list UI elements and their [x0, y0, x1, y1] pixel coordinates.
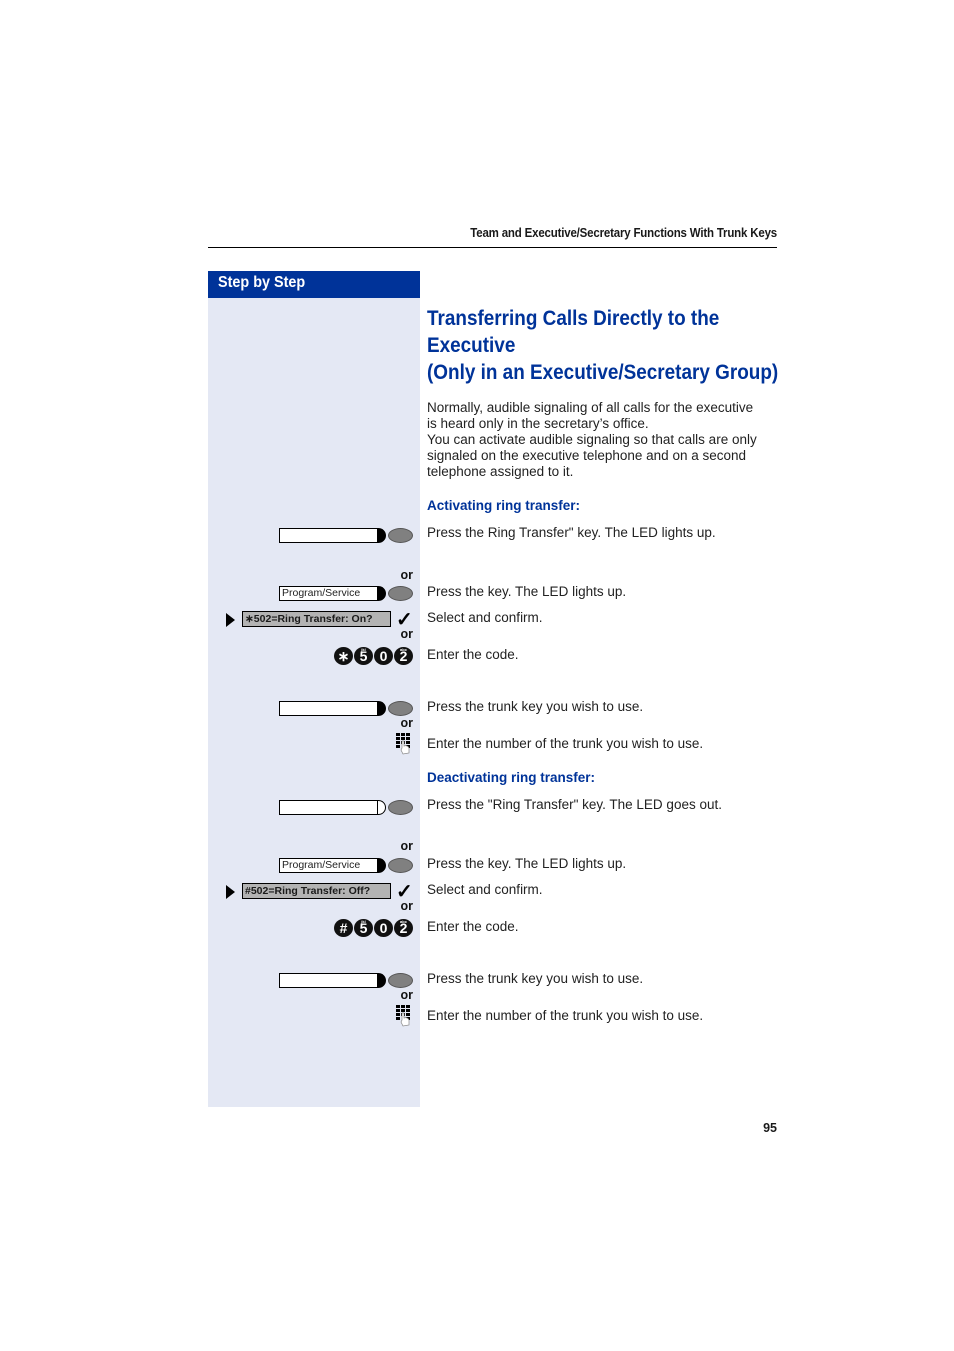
title-line: (Only in an Executive/Secretary Group) [427, 360, 779, 384]
or-label: or [400, 716, 414, 730]
or-label: or [400, 568, 414, 582]
intro-paragraph: Normally, audible signaling of all calls… [427, 400, 779, 480]
led-on-indicator [378, 586, 387, 601]
led-on-indicator [378, 973, 387, 988]
or-label: or [400, 899, 414, 913]
digit-5-key-icon: jkl 5 [354, 647, 373, 665]
intro-line: telephone assigned to it. [427, 464, 574, 479]
step-text: Enter the code. [427, 919, 519, 934]
intro-line: Normally, audible signaling of all calls… [427, 400, 754, 415]
step-text: Select and confirm. [427, 610, 543, 625]
led-on-indicator [378, 701, 387, 716]
program-service-key[interactable]: Program/Service [279, 858, 378, 873]
menu-arrow-icon [226, 885, 235, 899]
section-title: Transferring Calls Directly to the Execu… [427, 305, 779, 386]
trunk-key[interactable] [279, 701, 378, 716]
menu-arrow-icon [226, 613, 235, 627]
step-by-step-heading: Step by Step [208, 271, 420, 298]
step-by-step-label: Step by Step [218, 274, 306, 291]
key-button[interactable] [388, 701, 413, 716]
star-key-icon: ∗ [334, 647, 353, 665]
activating-heading: Activating ring transfer: [427, 498, 581, 513]
key-button[interactable] [388, 800, 413, 815]
step-text: Press the key. The LED lights up. [427, 856, 627, 871]
step-text: Press the key. The LED lights up. [427, 584, 627, 599]
deactivating-heading: Deactivating ring transfer: [427, 770, 596, 785]
led-off-indicator [378, 800, 387, 815]
intro-line: is heard only in the secretary’s office. [427, 416, 649, 431]
digit-5-key-icon: jkl 5 [354, 919, 373, 937]
program-service-key[interactable]: Program/Service [279, 586, 378, 601]
hash-key-icon: # [334, 919, 353, 937]
or-label: or [400, 839, 414, 853]
keypad-icon [396, 733, 410, 755]
step-text: Press the trunk key you wish to use. [427, 971, 644, 986]
key-button[interactable] [388, 586, 413, 601]
or-label: or [400, 627, 414, 641]
ring-transfer-key[interactable] [279, 528, 378, 543]
step-text: Press the trunk key you wish to use. [427, 699, 644, 714]
digit-0-key-icon: 0 [374, 919, 393, 937]
code-keys: ∗ jkl 5 0 abc 2 [334, 647, 413, 665]
menu-option-ring-transfer-on[interactable]: ∗502=Ring Transfer: On? [242, 611, 391, 627]
intro-line: signaled on the executive telephone and … [427, 448, 746, 463]
led-on-indicator [378, 528, 387, 543]
key-button[interactable] [388, 528, 413, 543]
led-on-indicator [378, 858, 387, 873]
trunk-key[interactable] [279, 973, 378, 988]
keypad-icon [396, 1005, 410, 1027]
digit-2-key-icon: abc 2 [394, 919, 413, 937]
digit-2-key-icon: abc 2 [394, 647, 413, 665]
step-text: Enter the number of the trunk you wish t… [427, 736, 704, 751]
page-number: 95 [763, 1121, 777, 1135]
or-label: or [400, 988, 414, 1002]
title-line: Executive [427, 333, 516, 357]
ring-transfer-key[interactable] [279, 800, 378, 815]
header-rule [208, 247, 777, 248]
digit-0-key-icon: 0 [374, 647, 393, 665]
step-text: Press the "Ring Transfer" key. The LED g… [427, 797, 722, 812]
step-text: Enter the code. [427, 647, 519, 662]
step-text: Select and confirm. [427, 882, 543, 897]
step-text: Press the Ring Transfer" key. The LED li… [427, 525, 716, 540]
key-button[interactable] [388, 973, 413, 988]
running-header: Team and Executive/Secretary Functions W… [470, 226, 777, 240]
menu-option-ring-transfer-off[interactable]: #502=Ring Transfer: Off? [242, 883, 391, 899]
intro-line: You can activate audible signaling so th… [427, 432, 757, 447]
step-text: Enter the number of the trunk you wish t… [427, 1008, 704, 1023]
code-keys: # jkl 5 0 abc 2 [334, 919, 413, 937]
key-button[interactable] [388, 858, 413, 873]
title-line: Transferring Calls Directly to the [427, 306, 720, 330]
